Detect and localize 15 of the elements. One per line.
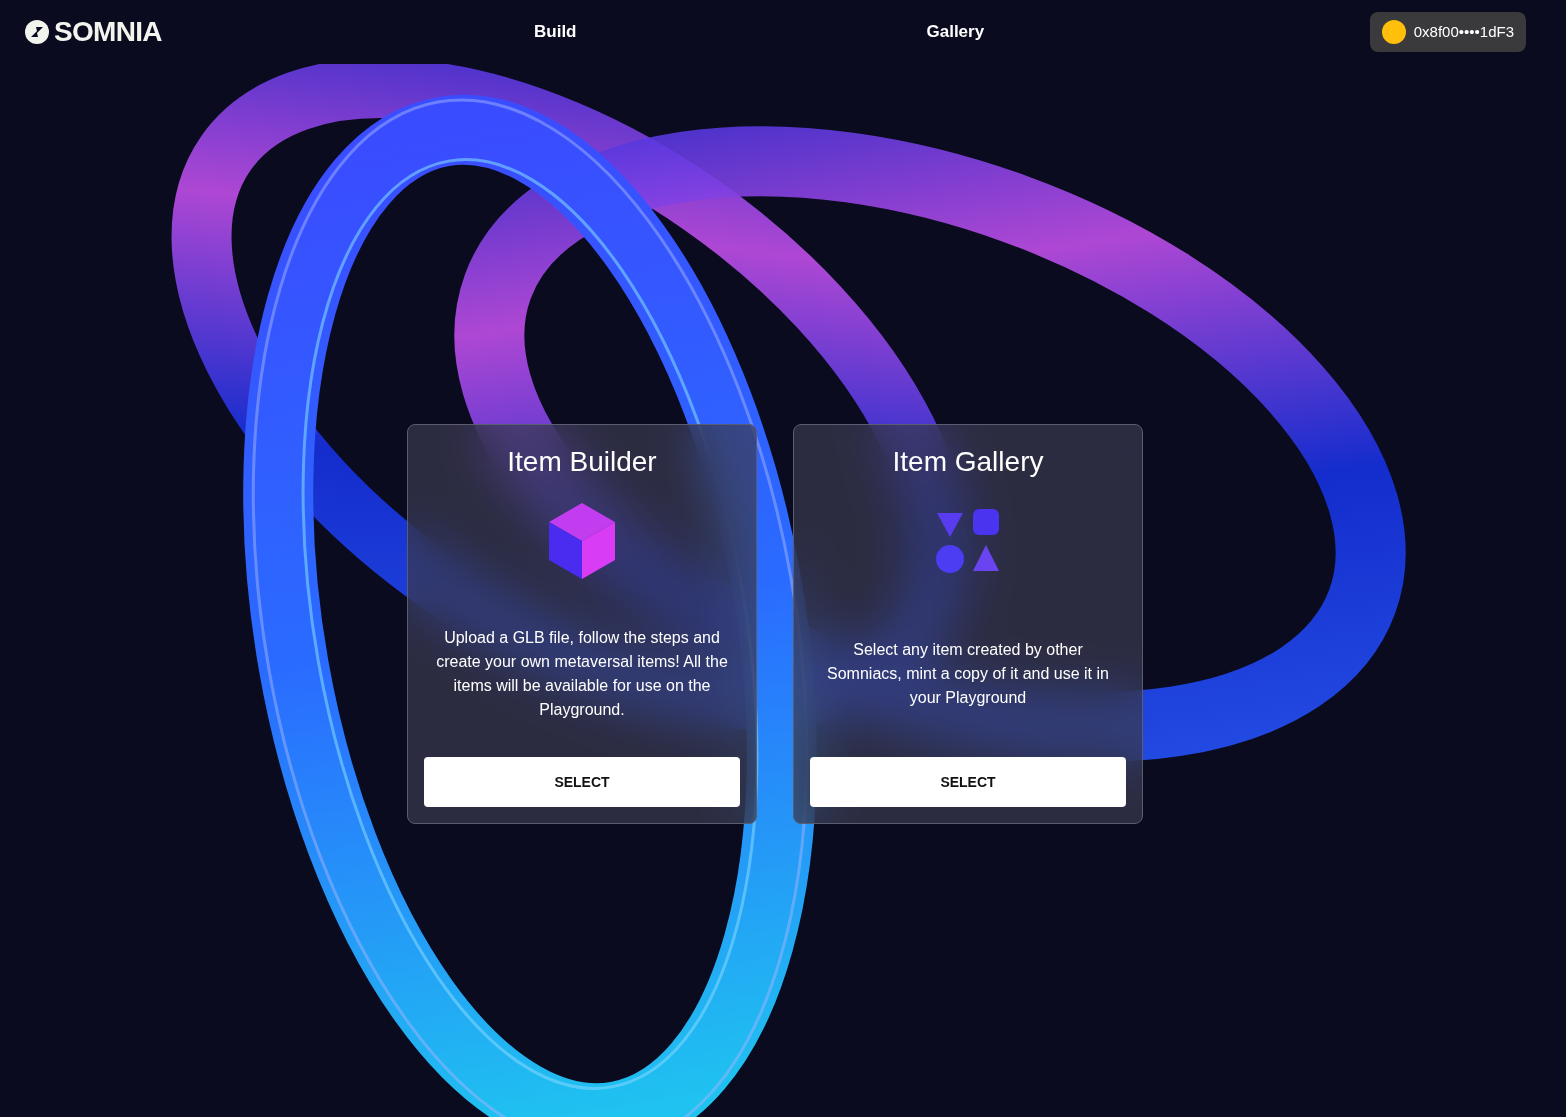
- logo-text: SOMNIA: [54, 15, 162, 49]
- wallet-button[interactable]: 0x8f00••••1dF3: [1369, 12, 1526, 52]
- nav-link[interactable]: Gallery: [926, 19, 985, 45]
- card-description: Select any item created by other Somniacs, mint a copy of it and use it in your Playground: [826, 640, 1110, 708]
- nav-link[interactable]: Build: [534, 19, 577, 45]
- card-description: Upload a GLB file, follow the steps and create your own metaversal items! All the items will be available for use on the Playground.: [435, 628, 729, 720]
- cube-icon: [549, 503, 615, 579]
- wallet-avatar-icon: [1381, 20, 1406, 44]
- shapes-icon: [935, 507, 1001, 575]
- card-title: Item Builder: [507, 445, 657, 479]
- card-title: Item Gallery: [892, 445, 1044, 479]
- select-button[interactable]: SELECT: [810, 757, 1126, 807]
- logo-icon: [24, 19, 50, 45]
- select-button[interactable]: SELECT: [424, 757, 740, 807]
- wallet-address: 0x8f00••••1dF3: [1413, 21, 1514, 42]
